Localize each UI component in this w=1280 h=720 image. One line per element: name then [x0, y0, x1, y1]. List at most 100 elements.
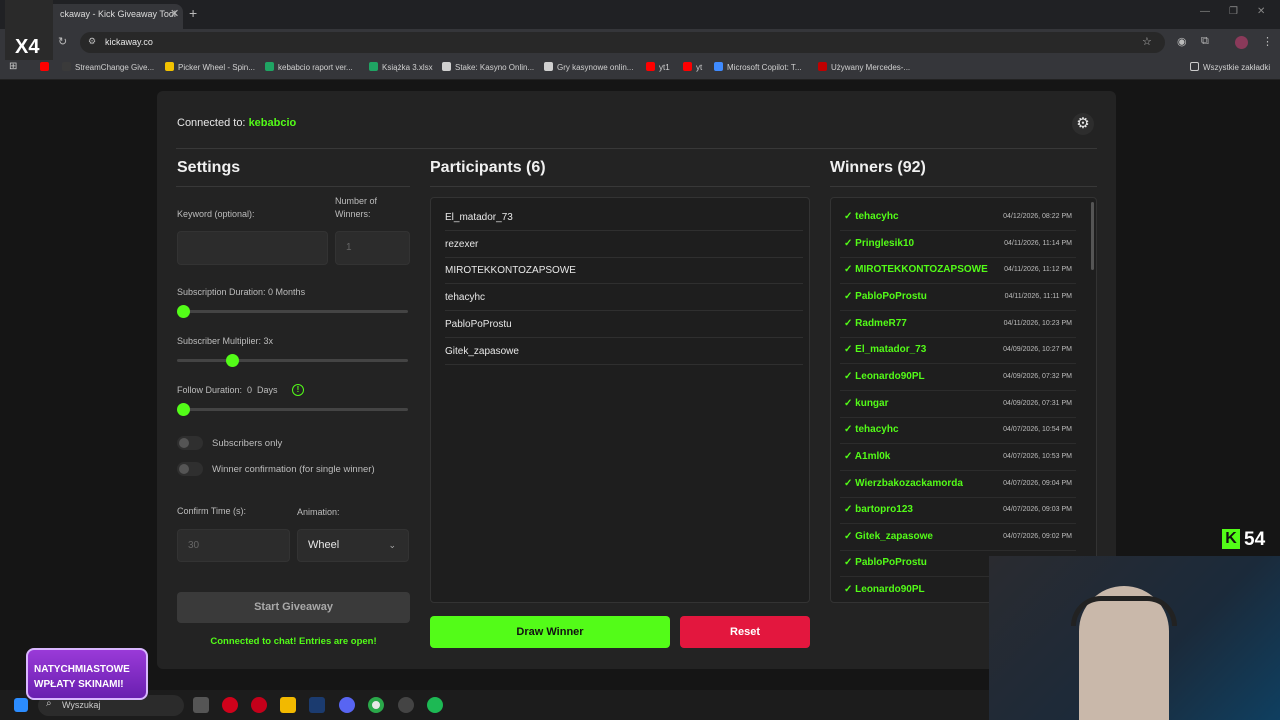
- bookmark-item[interactable]: yt: [683, 62, 702, 72]
- chevron-down-icon: ⌄: [388, 540, 396, 550]
- chrome-icon[interactable]: [368, 697, 384, 713]
- winners-scrollbar[interactable]: [1091, 202, 1094, 270]
- draw-winner-button[interactable]: Draw Winner: [430, 616, 670, 648]
- bookmark-label: Stake: Kasyno Onlin...: [455, 63, 535, 72]
- minimize-icon[interactable]: —: [1200, 6, 1210, 17]
- bookmark-item[interactable]: Gry kasynowe onlin...: [544, 62, 633, 72]
- windows-start-icon[interactable]: [14, 698, 28, 712]
- participants-list[interactable]: El_matador_73 rezexer MIROTEKKONTOZAPSOWE t…: [430, 197, 810, 603]
- profile-avatar[interactable]: [1235, 36, 1248, 49]
- winner-date: 04/11/2026, 11:14 PM: [1004, 239, 1072, 247]
- winner-name: ✓ Pringlesik10: [844, 237, 915, 249]
- subscriber-multiplier-thumb[interactable]: [226, 354, 239, 367]
- all-bookmarks-folder[interactable]: Wszystkie zakładki: [1190, 62, 1270, 72]
- webcam-overlay: [989, 556, 1280, 720]
- winner-item[interactable]: ✓ El_matador_73 04/09/2026, 10:27 PM: [840, 337, 1076, 365]
- winners-list[interactable]: ✓ tehacyhc 04/12/2026, 08:22 PM ✓ Pringles…: [830, 197, 1097, 603]
- follow-duration-thumb[interactable]: [177, 403, 190, 416]
- menu-dots-icon[interactable]: ⋮: [1262, 35, 1273, 48]
- opera-gx-icon[interactable]: [251, 697, 267, 713]
- subscribers-only-toggle[interactable]: [177, 436, 203, 450]
- confirm-time-input[interactable]: 30: [177, 529, 290, 562]
- winner-item[interactable]: ✓ Pringlesik10 04/11/2026, 11:14 PM: [840, 231, 1076, 258]
- participant-item[interactable]: MIROTEKKONTOZAPSOWE: [445, 257, 803, 285]
- settings-gear-icon[interactable]: ⚙: [1072, 113, 1094, 135]
- spotify-icon[interactable]: [427, 697, 443, 713]
- close-window-icon[interactable]: ✕: [1257, 6, 1265, 17]
- maximize-icon[interactable]: ❐: [1229, 6, 1238, 17]
- close-tab-icon[interactable]: ✕: [170, 7, 179, 20]
- windows-taskbar: ⌕ Wyszukaj: [0, 690, 990, 720]
- winner-item[interactable]: ✓ Gitek_zapasowe 04/07/2026, 09:02 PM: [840, 524, 1076, 551]
- winner-item[interactable]: ✓ RadmeR77 04/11/2026, 10:23 PM: [840, 311, 1076, 338]
- winners-count-input[interactable]: 1: [335, 231, 410, 265]
- file-explorer-icon[interactable]: [280, 697, 296, 713]
- url-text: kickaway.co: [105, 37, 153, 47]
- participant-item[interactable]: El_matador_73: [445, 204, 803, 231]
- chat-status-message: Connected to chat! Entries are open!: [210, 636, 377, 647]
- opera-icon[interactable]: [222, 697, 238, 713]
- site-info-icon[interactable]: ⚙: [88, 36, 96, 47]
- youtube-bookmark-icon[interactable]: [40, 62, 53, 72]
- headphones: [1071, 596, 1177, 626]
- animation-select[interactable]: Wheel ⌄: [297, 529, 409, 562]
- winner-date: 04/09/2026, 07:31 PM: [1003, 399, 1072, 407]
- keyword-input[interactable]: [177, 231, 328, 265]
- bookmarks-bar: ⊞ StreamChange Give... Picker Wheel - Spi…: [0, 56, 1280, 80]
- winner-item[interactable]: ✓ tehacyhc 04/07/2026, 10:54 PM: [840, 417, 1076, 445]
- follow-duration-label: Follow Duration: 0 Days: [177, 385, 278, 395]
- winner-item[interactable]: ✓ PabloPoProstu 04/11/2026, 11:11 PM: [840, 284, 1076, 311]
- reload-icon[interactable]: ↻: [58, 35, 67, 48]
- winner-item[interactable]: ✓ bartopro123 04/07/2026, 09:03 PM: [840, 497, 1076, 525]
- subscriber-multiplier-slider[interactable]: [177, 359, 408, 362]
- winner-item[interactable]: ✓ Leonardo90PL 04/09/2026, 07:32 PM: [840, 364, 1076, 391]
- bookmark-item[interactable]: Stake: Kasyno Onlin...: [442, 62, 534, 72]
- subscription-duration-thumb[interactable]: [177, 305, 190, 318]
- confirm-time-label: Confirm Time (s):: [177, 506, 247, 516]
- bookmark-label: StreamChange Give...: [75, 63, 155, 72]
- participant-item[interactable]: Gitek_zapasowe: [445, 338, 803, 365]
- extension-icon[interactable]: ◉: [1177, 35, 1187, 48]
- bookmark-item[interactable]: StreamChange Give...: [62, 62, 154, 72]
- bookmark-favicon-icon: [165, 62, 174, 71]
- obs-icon[interactable]: [398, 697, 414, 713]
- participant-item[interactable]: rezexer: [445, 231, 803, 258]
- winner-item[interactable]: ✓ A1ml0k 04/07/2026, 10:53 PM: [840, 444, 1076, 471]
- bookmark-item[interactable]: Książka 3.xlsx: [369, 62, 433, 72]
- bookmark-favicon-icon: [714, 62, 723, 71]
- winner-name: ✓ RadmeR77: [844, 317, 907, 329]
- bookmark-item[interactable]: Używany Mercedes-...: [818, 62, 910, 72]
- subscribers-only-label: Subscribers only: [212, 438, 283, 449]
- bookmark-item[interactable]: kebabcio raport ver...: [265, 62, 353, 72]
- address-bar[interactable]: ⚙ kickaway.co ☆: [80, 32, 1165, 53]
- winner-item[interactable]: ✓ MIROTEKKONTOZAPSOWE 04/11/2026, 11:12 P…: [840, 257, 1076, 285]
- apps-grid-icon[interactable]: ⊞: [9, 61, 17, 72]
- bookmark-favicon-icon: [62, 62, 71, 71]
- winner-item[interactable]: ✓ tehacyhc 04/12/2026, 08:22 PM: [840, 204, 1076, 231]
- subscription-duration-slider[interactable]: [177, 310, 408, 313]
- winner-confirmation-label: Winner confirmation (for single winner): [212, 464, 375, 475]
- address-toolbar: ↻ ⚙ kickaway.co ☆ ◉ ⧉ ⋮: [0, 29, 1280, 56]
- discord-icon[interactable]: [339, 697, 355, 713]
- winner-date: 04/11/2026, 11:11 PM: [1004, 292, 1072, 300]
- bookmark-star-icon[interactable]: ☆: [1142, 35, 1152, 48]
- new-tab-icon[interactable]: +: [189, 5, 197, 21]
- follow-duration-slider[interactable]: [177, 408, 408, 411]
- participant-item[interactable]: PabloPoProstu: [445, 311, 803, 338]
- participant-item[interactable]: tehacyhc: [445, 284, 803, 312]
- bookmark-item[interactable]: Microsoft Copilot: T...: [714, 62, 802, 72]
- multiplier-overlay: X4: [15, 36, 40, 58]
- task-view-icon[interactable]: [193, 697, 209, 713]
- extensions-puzzle-icon[interactable]: ⧉: [1201, 35, 1209, 48]
- winner-confirmation-toggle[interactable]: [177, 462, 203, 476]
- winner-item[interactable]: ✓ kungar 04/09/2026, 07:31 PM: [840, 391, 1076, 418]
- start-giveaway-button[interactable]: Start Giveaway: [177, 592, 410, 623]
- winner-item[interactable]: ✓ Wierzbakozackamorda 04/07/2026, 09:04 P…: [840, 471, 1076, 498]
- bookmark-item[interactable]: Picker Wheel - Spin...: [165, 62, 255, 72]
- reset-button[interactable]: Reset: [680, 616, 810, 648]
- bookmark-item[interactable]: yt1: [646, 62, 670, 72]
- winner-name: ✓ tehacyhc: [844, 424, 899, 436]
- kick-logo-icon: K: [1222, 529, 1240, 549]
- steam-icon[interactable]: [309, 697, 325, 713]
- info-icon[interactable]: !: [292, 384, 304, 396]
